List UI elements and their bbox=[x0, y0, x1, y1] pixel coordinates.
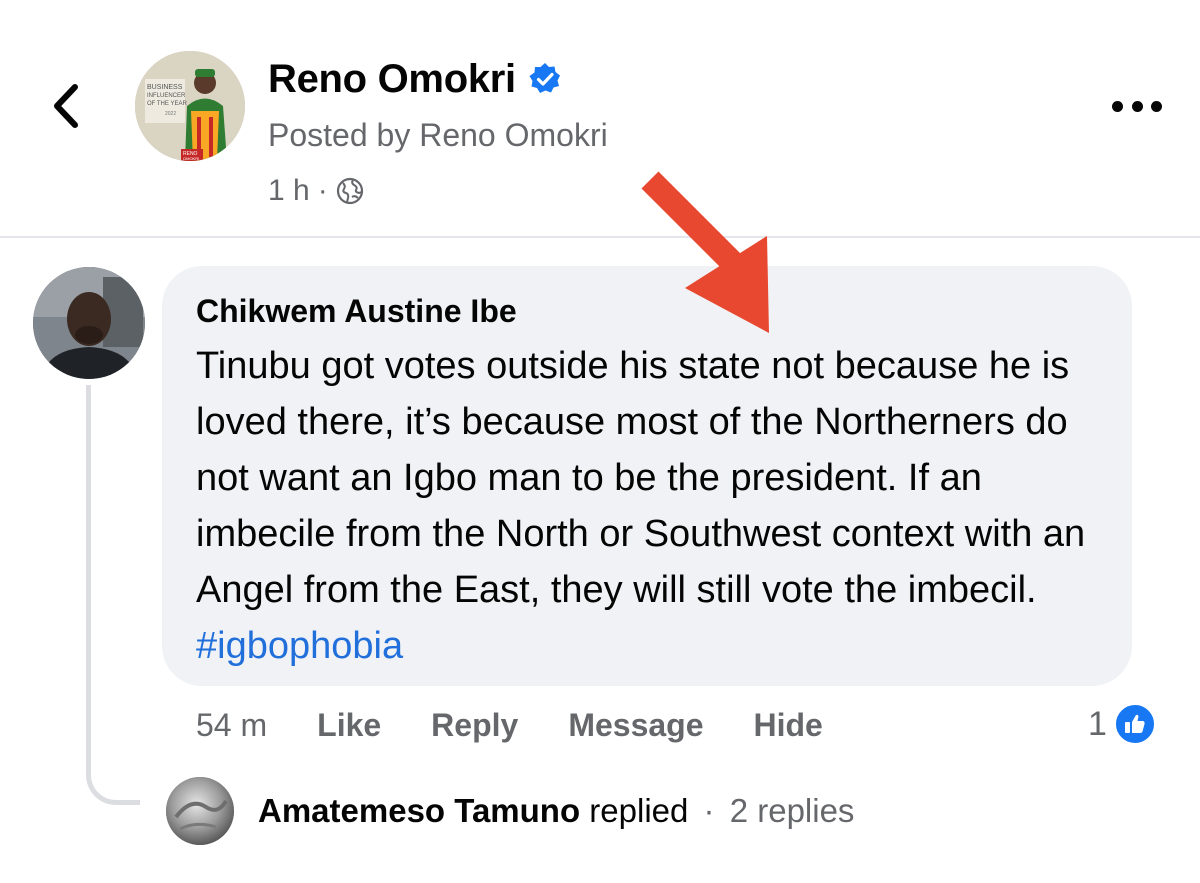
reply-button[interactable]: Reply bbox=[431, 707, 518, 744]
reaction-summary[interactable]: 1 bbox=[1088, 700, 1157, 748]
verified-badge-icon bbox=[529, 63, 560, 93]
author-row: Reno Omokri bbox=[268, 52, 562, 106]
annotation-arrow-icon bbox=[641, 171, 769, 333]
author-name[interactable]: Reno Omokri bbox=[268, 57, 516, 102]
meta-separator: · bbox=[317, 174, 328, 207]
comment-body: Tinubu got votes outside his state not b… bbox=[196, 345, 1086, 611]
globe-icon bbox=[336, 177, 363, 205]
post-time[interactable]: 1 h bbox=[268, 174, 310, 208]
post-meta: 1 h · bbox=[268, 170, 364, 212]
avatar-2022-text: 2022 bbox=[165, 111, 176, 117]
thread-connector bbox=[86, 385, 140, 805]
like-reaction-badge bbox=[1112, 702, 1157, 746]
like-button[interactable]: Like bbox=[317, 707, 381, 744]
like-thumb-icon bbox=[1124, 714, 1145, 733]
reply-count: 2 replies bbox=[729, 792, 855, 829]
hashtag-link[interactable]: #igbophobia bbox=[196, 625, 403, 667]
comment-actions: 54 m Like Reply Message Hide bbox=[196, 700, 873, 750]
avatar-influencer-text: INFLUENCER bbox=[147, 93, 186, 99]
avatar-business-text: BUSINESS bbox=[147, 84, 183, 91]
author-avatar[interactable]: BUSINESS INFLUENCER OF THE YEAR 2022 REN… bbox=[135, 51, 245, 161]
replied-label: replied bbox=[580, 792, 689, 829]
commenter-avatar[interactable] bbox=[33, 267, 145, 379]
comment-text: Tinubu got votes outside his state not b… bbox=[196, 338, 1098, 674]
post-header: BUSINESS INFLUENCER OF THE YEAR 2022 REN… bbox=[0, 0, 1200, 236]
reaction-count: 1 bbox=[1088, 704, 1107, 743]
header-divider bbox=[0, 236, 1200, 238]
replier-name: Amatemeso Tamuno bbox=[258, 792, 581, 829]
avatar-year-text: OF THE YEAR bbox=[147, 101, 187, 107]
avatar-omokri-text: OMOKRI bbox=[183, 156, 199, 161]
comment-time[interactable]: 54 m bbox=[196, 707, 267, 744]
hide-button[interactable]: Hide bbox=[754, 707, 823, 744]
reply-summary-text: Amatemeso Tamuno replied · 2 replies bbox=[258, 792, 854, 830]
posted-by-label: Posted by Reno Omokri bbox=[268, 117, 608, 153]
more-options-icon bbox=[1112, 100, 1123, 112]
view-replies-row[interactable]: Amatemeso Tamuno replied · 2 replies bbox=[166, 776, 854, 846]
more-options-button[interactable] bbox=[1112, 94, 1162, 118]
reply-separator: · bbox=[703, 792, 715, 829]
replier-avatar bbox=[166, 777, 234, 845]
message-button[interactable]: Message bbox=[568, 707, 703, 744]
back-chevron-icon bbox=[54, 84, 78, 128]
back-button[interactable] bbox=[40, 78, 92, 134]
